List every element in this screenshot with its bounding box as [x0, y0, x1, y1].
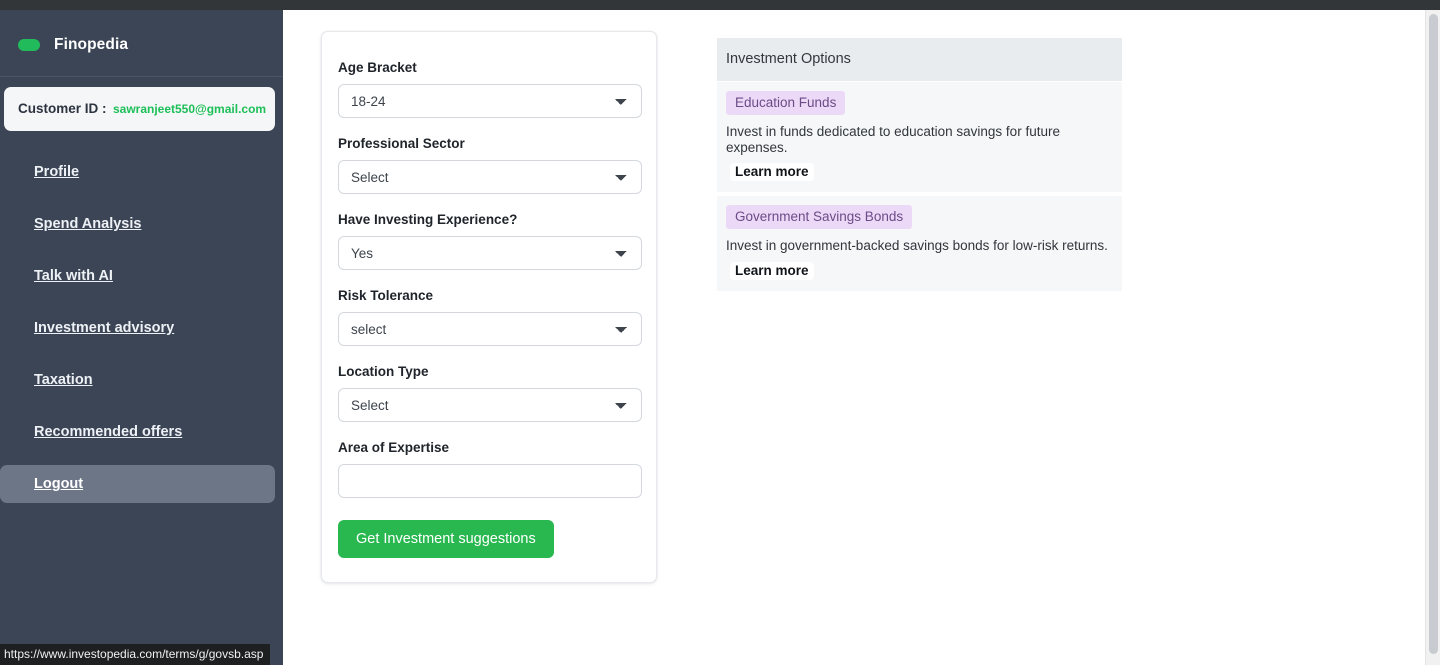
field-professional-sector: Professional Sector Select	[338, 136, 642, 194]
field-area-of-expertise: Area of Expertise	[338, 440, 642, 498]
label-investing-experience: Have Investing Experience?	[338, 212, 518, 227]
sidebar-item-recommended-offers[interactable]: Recommended offers	[0, 413, 275, 451]
investment-options-panel: Investment Options Education Funds Inves…	[717, 38, 1122, 295]
field-risk-tolerance: Risk Tolerance select	[338, 288, 642, 346]
customer-id-value: sawranjeet550@gmail.com	[112, 102, 267, 116]
option-description-education-funds: Invest in funds dedicated to education s…	[726, 124, 1060, 156]
label-risk-tolerance: Risk Tolerance	[338, 288, 434, 303]
option-badge-education-funds: Education Funds	[726, 91, 846, 115]
status-bar-url: https://www.investopedia.com/terms/g/gov…	[0, 644, 271, 665]
brand: Finopedia	[0, 10, 283, 77]
field-age-bracket: Age Bracket 18-24	[338, 60, 642, 118]
label-age-bracket: Age Bracket	[338, 60, 417, 75]
investment-profile-form: Age Bracket 18-24 Professional Sector Se…	[321, 31, 657, 583]
option-badge-government-savings-bonds: Government Savings Bonds	[726, 205, 913, 230]
get-investment-suggestions-button[interactable]: Get Investment suggestions	[338, 520, 554, 558]
label-professional-sector: Professional Sector	[338, 136, 465, 151]
sidebar: Finopedia Customer ID : sawranjeet550@gm…	[0, 10, 283, 665]
learn-more-link-education-funds[interactable]: Learn more	[730, 163, 814, 182]
sidebar-item-logout[interactable]: Logout	[0, 465, 275, 503]
select-risk-tolerance[interactable]: select	[338, 312, 642, 346]
label-area-of-expertise: Area of Expertise	[338, 440, 450, 455]
option-card-government-savings-bonds: Government Savings Bonds Invest in gover…	[717, 196, 1122, 295]
field-investing-experience: Have Investing Experience? Yes	[338, 212, 642, 270]
sidebar-nav: Profile Spend Analysis Talk with AI Inve…	[0, 153, 283, 503]
customer-id-box: Customer ID : sawranjeet550@gmail.com	[4, 87, 275, 131]
option-card-education-funds: Education Funds Invest in funds dedicate…	[717, 82, 1122, 197]
select-professional-sector[interactable]: Select	[338, 160, 642, 194]
select-investing-experience[interactable]: Yes	[338, 236, 642, 270]
field-location-type: Location Type Select	[338, 364, 642, 422]
label-location-type: Location Type	[338, 364, 429, 379]
browser-chrome-strip	[0, 0, 1440, 10]
brand-name: Finopedia	[54, 36, 129, 53]
input-area-of-expertise[interactable]	[338, 464, 642, 498]
main-content: Age Bracket 18-24 Professional Sector Se…	[283, 10, 1432, 665]
sidebar-item-spend-analysis[interactable]: Spend Analysis	[0, 205, 275, 243]
sidebar-item-profile[interactable]: Profile	[0, 153, 275, 191]
sidebar-item-talk-with-ai[interactable]: Talk with AI	[0, 257, 275, 295]
customer-id-label: Customer ID :	[18, 101, 107, 116]
select-location-type[interactable]: Select	[338, 388, 642, 422]
investment-options-header: Investment Options	[717, 38, 1122, 82]
learn-more-link-government-savings-bonds[interactable]: Learn more	[730, 261, 814, 280]
page-scrollbar[interactable]	[1425, 10, 1440, 665]
app-root: Finopedia Customer ID : sawranjeet550@gm…	[0, 0, 1440, 665]
option-description-government-savings-bonds: Invest in government-backed savings bond…	[726, 238, 1108, 254]
select-age-bracket[interactable]: 18-24	[338, 84, 642, 118]
sidebar-item-taxation[interactable]: Taxation	[0, 361, 275, 399]
green-pill-logo-icon	[18, 39, 40, 51]
page-scrollbar-thumb[interactable]	[1429, 14, 1438, 654]
sidebar-item-investment-advisory[interactable]: Investment advisory	[0, 309, 275, 347]
